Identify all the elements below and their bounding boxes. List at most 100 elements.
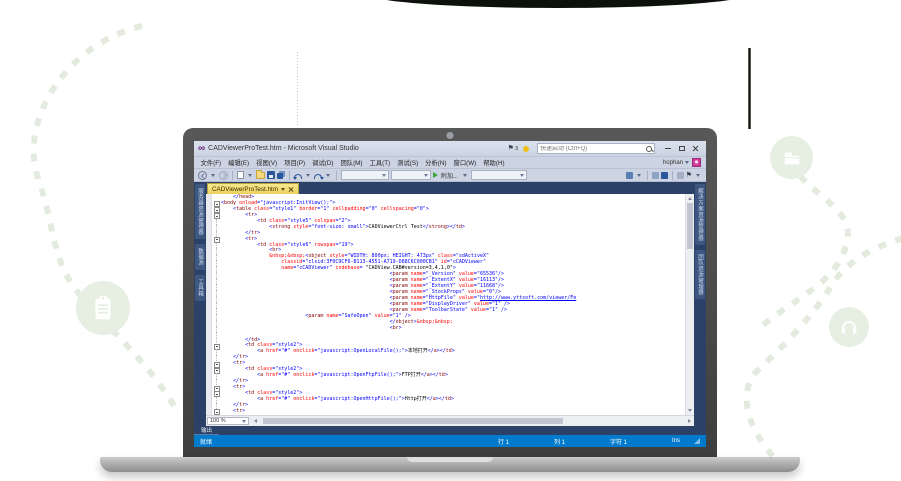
- scroll-up-icon[interactable]: [688, 197, 692, 200]
- output-panel-row: 输出: [194, 426, 706, 435]
- maximize-button[interactable]: [675, 143, 688, 155]
- horizontal-scroll-thumb[interactable]: [263, 418, 563, 424]
- menu-item[interactable]: 测试(S): [394, 158, 422, 167]
- toolbar-right-group: ⚑: [626, 171, 702, 180]
- status-insert-mode: Ins: [672, 438, 694, 444]
- solution-explorer-icon[interactable]: [652, 172, 659, 179]
- chevron-down-icon[interactable]: [211, 174, 215, 177]
- menu-item[interactable]: 视图(V): [253, 158, 281, 167]
- outline-fold-icon[interactable]: [212, 409, 221, 415]
- vertical-scrollbar[interactable]: [685, 194, 694, 415]
- menu-item[interactable]: 项目(P): [281, 158, 309, 167]
- menu-item[interactable]: 分析(N): [422, 158, 450, 167]
- vs-toolbar: 附加... ⚑: [194, 168, 706, 182]
- vs-logo-icon: ∞: [198, 144, 205, 154]
- navigate-forward-icon[interactable]: [219, 171, 228, 180]
- start-debug-icon[interactable]: [433, 172, 438, 178]
- notification-count: 3: [515, 146, 518, 152]
- menu-item[interactable]: 帮助(H): [480, 158, 508, 167]
- editor-zoom-control[interactable]: 100 %: [207, 417, 249, 425]
- status-column: 列 1: [554, 437, 610, 446]
- vertical-scroll-thumb[interactable]: [687, 203, 693, 249]
- scroll-left-icon[interactable]: [254, 419, 257, 423]
- laptop-mockup: ∞ CADViewerProTest.htm - Microsoft Visua…: [183, 128, 717, 457]
- menu-item[interactable]: 工具(T): [366, 158, 394, 167]
- code-editor[interactable]: </head><body onload="javascript:InitView…: [206, 194, 694, 415]
- vs-menubar: 文件(F)编辑(E)视图(V)项目(P)调试(D)团队(M)工具(T)测试(S)…: [194, 157, 706, 168]
- properties-icon[interactable]: [661, 172, 668, 179]
- save-icon[interactable]: [267, 171, 275, 179]
- dashed-path-right-a: [762, 176, 848, 326]
- chevron-down-icon: [242, 420, 246, 423]
- dashed-path-right-b: [747, 238, 901, 472]
- quick-launch[interactable]: [537, 143, 655, 154]
- menu-item[interactable]: 文件(F): [197, 158, 225, 167]
- user-avatar[interactable]: [692, 158, 701, 167]
- new-file-icon[interactable]: [237, 171, 244, 179]
- tool-window-tab[interactable]: 工具箱: [195, 275, 205, 301]
- document-tabstrip: CADViewerProTest.htm: [206, 182, 694, 194]
- platform-combo[interactable]: [391, 170, 431, 180]
- menu-item[interactable]: 编辑(E): [225, 158, 253, 167]
- toolbar-separator: [289, 171, 290, 180]
- browser-combo[interactable]: [471, 170, 527, 180]
- output-tab[interactable]: 输出: [194, 426, 219, 435]
- redo-icon[interactable]: [314, 174, 322, 179]
- chevron-down-icon[interactable]: [696, 174, 700, 177]
- chevron-down-icon[interactable]: [463, 174, 467, 177]
- save-all-icon[interactable]: [277, 171, 285, 179]
- chevron-down-icon[interactable]: [637, 174, 641, 177]
- horizontal-scrollbar[interactable]: [251, 416, 694, 426]
- menu-item[interactable]: 调试(D): [309, 158, 337, 167]
- resize-grip-icon[interactable]: [694, 438, 700, 444]
- laptop-screen: ∞ CADViewerProTest.htm - Microsoft Visua…: [194, 141, 706, 447]
- minimize-button[interactable]: [661, 143, 674, 155]
- clipboard-badge: [76, 281, 130, 335]
- bookmark-flag-icon[interactable]: ⚑: [686, 172, 692, 179]
- toolbox-icon[interactable]: [677, 172, 684, 179]
- open-file-icon[interactable]: [256, 172, 265, 179]
- menu-item[interactable]: 团队(M): [337, 158, 366, 167]
- attach-button[interactable]: 附加...: [441, 171, 458, 180]
- notifications-flag-icon[interactable]: ⚑: [508, 145, 514, 152]
- menu-item[interactable]: 窗口(W): [450, 158, 480, 167]
- clipboard-icon: [88, 293, 118, 323]
- undo-icon[interactable]: [294, 174, 302, 179]
- vs-main-area: 服务器资源管理器数据源工具箱 CADViewerProTest.htm: [194, 182, 706, 426]
- scroll-right-icon[interactable]: [688, 419, 691, 423]
- chevron-down-icon[interactable]: [306, 174, 310, 177]
- scroll-down-icon[interactable]: [688, 409, 692, 412]
- close-button[interactable]: [689, 143, 702, 155]
- navigate-back-icon[interactable]: [198, 171, 207, 180]
- tool-window-tab[interactable]: 解决方案资源管理器: [695, 184, 705, 245]
- folder-icon: [781, 147, 803, 169]
- tab-dropdown-icon[interactable]: [281, 188, 285, 191]
- search-icon: [645, 145, 653, 153]
- headphones-badge: [829, 307, 869, 347]
- status-ready: 就绪: [200, 437, 498, 446]
- tool-window-tab[interactable]: 团队资源管理器: [695, 250, 705, 299]
- tool-window-tab[interactable]: 服务器资源管理器: [195, 184, 205, 239]
- configuration-combo[interactable]: [341, 170, 389, 180]
- menu-list: 文件(F)编辑(E)视图(V)项目(P)调试(D)团队(M)工具(T)测试(S)…: [197, 158, 508, 167]
- user-name[interactable]: hophan: [663, 160, 683, 166]
- laptop-base: [100, 457, 800, 472]
- tool-window-tab[interactable]: 数据源: [195, 244, 205, 270]
- status-line: 行 1: [498, 437, 554, 446]
- status-character: 字符 1: [610, 437, 672, 446]
- chevron-down-icon[interactable]: [326, 174, 330, 177]
- headphones-icon: [838, 316, 860, 338]
- window-title: CADViewerProTest.htm - Microsoft Visual …: [208, 145, 359, 152]
- chevron-down-icon[interactable]: [248, 174, 252, 177]
- toolbar-separator: [647, 171, 648, 180]
- left-dock: 服务器资源管理器数据源工具箱: [194, 182, 206, 426]
- document-tab[interactable]: CADViewerProTest.htm: [207, 183, 299, 194]
- laptop-notch: [407, 457, 493, 462]
- tab-close-icon[interactable]: [288, 186, 294, 192]
- chevron-down-icon[interactable]: [685, 161, 689, 164]
- vs-titlebar[interactable]: ∞ CADViewerProTest.htm - Microsoft Visua…: [194, 141, 706, 157]
- code-line: <tr>: [212, 409, 685, 415]
- quick-launch-input[interactable]: [538, 146, 645, 152]
- find-in-files-icon[interactable]: [626, 172, 633, 179]
- feedback-smiley-icon[interactable]: [523, 146, 529, 152]
